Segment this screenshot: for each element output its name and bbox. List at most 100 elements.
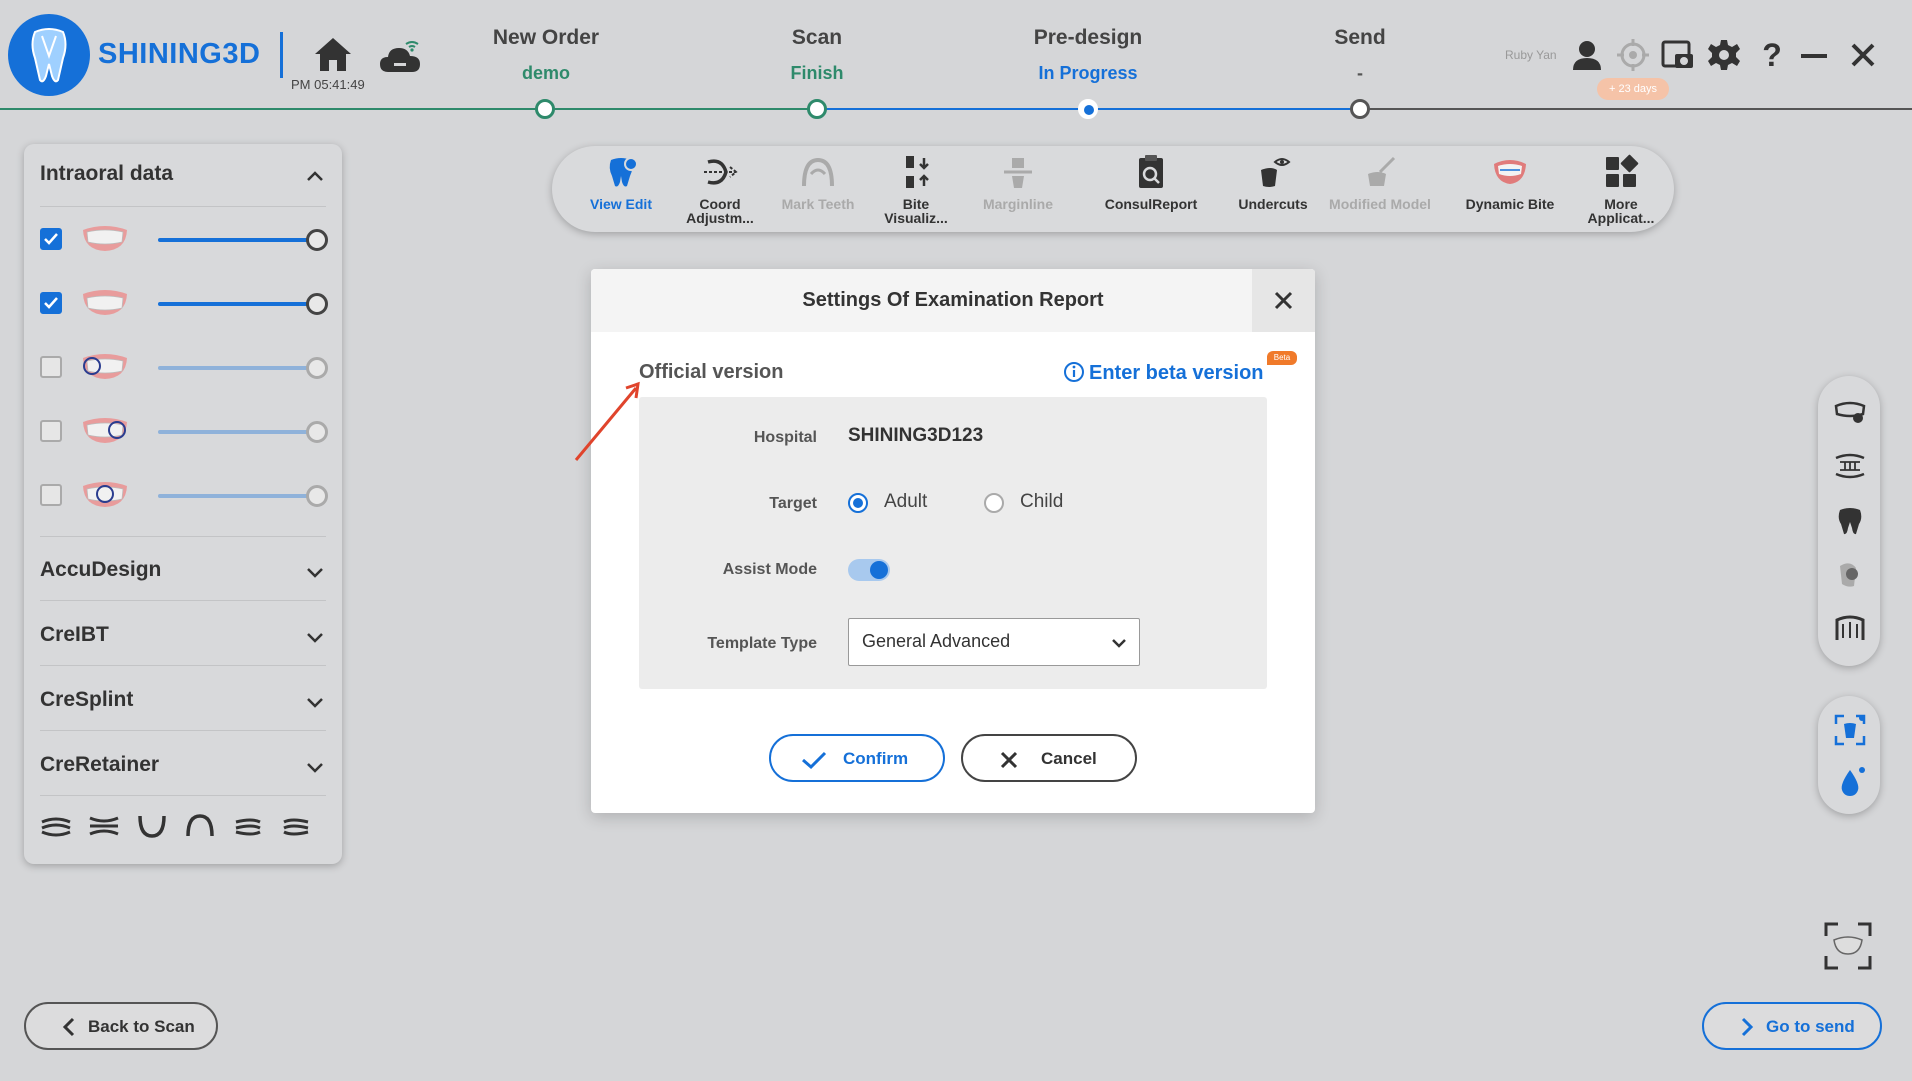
chevron-down-icon[interactable] [306,566,324,578]
cloud-wifi-icon[interactable] [378,38,422,74]
step-scan-title[interactable]: Scan [717,26,917,50]
assist-mode-label: Assist Mode [722,561,817,578]
layer-opacity-slider-5[interactable] [158,494,316,498]
view-upper-icon[interactable] [184,814,216,838]
layer-opacity-slider-4[interactable] [158,430,316,434]
help-icon[interactable]: ? [1755,38,1789,72]
target-label: Target [769,495,817,512]
close-icon [1274,291,1293,310]
visibility-scan-icon[interactable] [1834,714,1866,746]
layer-opacity-knob-1[interactable] [306,229,328,251]
target-adult-label[interactable]: Adult [884,491,927,513]
arch-view-icon[interactable] [1834,612,1866,644]
chevron-down-icon[interactable] [306,631,324,643]
intraoral-data-panel: Intraoral data AccuDesign CreIBT CreSpli… [24,144,342,864]
tool-view-edit[interactable]: View Edit [572,146,670,232]
tool-bite-visualize[interactable]: Bite Visualiz... [870,146,962,232]
view-lower-icon[interactable] [136,814,168,838]
annotation-arrow [574,381,640,461]
tool-marginline[interactable]: Marginline [966,146,1070,232]
user-icon[interactable] [1570,38,1604,72]
confirm-button[interactable]: Confirm [769,734,945,782]
tooth-icon[interactable] [1834,504,1866,536]
tool-undercuts[interactable]: Undercuts [1218,146,1328,232]
water-drop-icon[interactable] [1834,766,1866,798]
layer-opacity-knob-4[interactable] [306,421,328,443]
target-icon[interactable] [1616,38,1650,72]
layer-checkbox-1[interactable] [40,228,62,250]
step-dot-send [1350,99,1370,119]
back-to-scan-button[interactable]: Back to Scan [24,1002,218,1050]
section-creibt[interactable]: CreIBT [40,623,109,647]
tool-modified-model[interactable]: Modified Model [1314,146,1446,232]
panel-divider [40,665,326,666]
layer-opacity-slider-1[interactable] [158,238,316,242]
step-new-order-title[interactable]: New Order [446,26,646,50]
shining3d-logo [8,14,90,96]
layer-checkbox-4[interactable] [40,420,62,442]
teeth-settings-icon[interactable] [1834,396,1866,428]
section-creretainer[interactable]: CreRetainer [40,753,159,777]
upper-jaw-thumbnail [83,226,127,251]
tool-label-1: Bite [902,196,930,212]
panel-divider [40,600,326,601]
teeth-grid-icon[interactable] [1834,450,1866,482]
gum-icon[interactable] [1834,558,1866,590]
more-apps-icon [1606,154,1639,187]
step-dot-predesign [1078,99,1098,119]
screenshot-icon[interactable] [1661,38,1695,72]
section-accudesign[interactable]: AccuDesign [40,558,161,582]
step-predesign-title[interactable]: Pre-design [988,26,1188,50]
target-child-radio[interactable] [984,493,1004,513]
step-send-title[interactable]: Send [1260,26,1460,50]
undercuts-icon [1261,158,1291,187]
clock: PM 05:41:49 [291,77,365,92]
tool-mark-teeth[interactable]: Mark Teeth [770,146,866,232]
go-to-send-button[interactable]: Go to send [1702,1002,1882,1050]
layer-opacity-knob-3[interactable] [306,357,328,379]
layer-checkbox-2[interactable] [40,292,62,314]
view-left-icon[interactable] [232,814,264,838]
assist-mode-toggle[interactable] [848,559,890,581]
layer-opacity-knob-5[interactable] [306,485,328,507]
view-back-icon[interactable] [88,814,120,838]
view-right-icon[interactable] [280,814,312,838]
home-icon[interactable] [312,34,354,76]
layer-opacity-slider-2[interactable] [158,302,316,306]
dialog-title: Settings Of Examination Report [802,289,1104,311]
tool-dynamic-bite[interactable]: Dynamic Bite [1450,146,1570,232]
close-icon [1000,751,1018,769]
gear-icon[interactable] [1707,38,1741,72]
layer-opacity-knob-2[interactable] [306,293,328,315]
target-adult-radio[interactable] [848,493,868,513]
chevron-down-icon[interactable] [306,696,324,708]
step-dot-scan [807,99,827,119]
minimize-icon[interactable] [1801,54,1827,58]
progress-line-pending [1360,108,1912,110]
enter-beta-version-link[interactable]: Enter beta version [1063,361,1264,385]
chevron-up-icon[interactable] [306,170,324,182]
fit-view-icon[interactable] [1822,920,1874,972]
template-type-select[interactable]: General Advanced [848,618,1140,666]
tool-label: Mark Teeth [781,196,855,212]
dialog-close-button[interactable] [1252,269,1315,332]
cancel-label: Cancel [1041,749,1097,768]
tool-coord-adjust[interactable]: Coord Adjustm... [674,146,766,232]
layer-checkbox-3[interactable] [40,356,62,378]
layer-opacity-slider-3[interactable] [158,366,316,370]
layer-checkbox-5[interactable] [40,484,62,506]
panel-divider [40,730,326,731]
view-front-icon[interactable] [40,814,72,838]
tool-consul-report[interactable]: ConsulReport [1088,146,1214,232]
tool-more-apps[interactable]: More Applicat... [1572,146,1670,232]
info-icon [1064,362,1084,382]
tool-label: ConsulReport [1104,196,1198,212]
bite-visualize-icon [906,156,929,188]
prep-left-thumbnail [83,354,127,379]
chevron-down-icon[interactable] [306,761,324,773]
target-child-label[interactable]: Child [1020,491,1063,513]
cancel-button[interactable]: Cancel [961,734,1137,782]
brand-divider [280,32,283,78]
close-icon[interactable] [1846,38,1880,72]
section-cresplint[interactable]: CreSplint [40,688,133,712]
